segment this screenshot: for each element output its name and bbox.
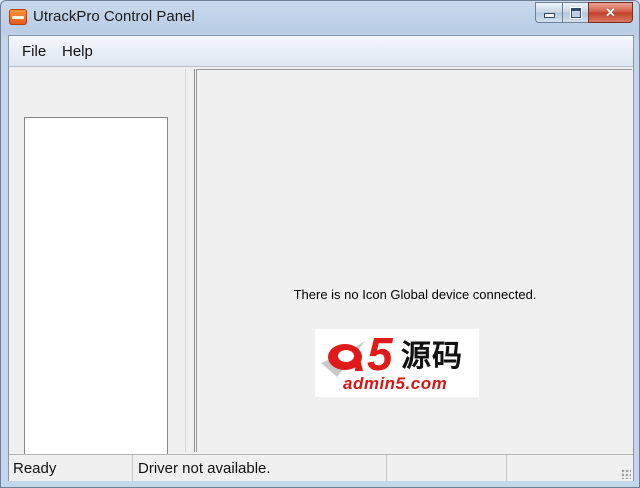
- status-driver: Driver not available.: [138, 460, 271, 477]
- panel-splitter[interactable]: [185, 69, 195, 452]
- a-swoosh-icon: [321, 341, 365, 377]
- watermark-logo: 5 源码 admin5.com: [315, 329, 479, 397]
- menu-bar: File Help: [9, 36, 633, 67]
- logo-chinese-text: 源码: [401, 340, 463, 373]
- title-bar[interactable]: UtrackPro Control Panel ✕: [1, 1, 639, 35]
- logo-number: 5: [367, 328, 393, 380]
- close-button[interactable]: ✕: [588, 2, 633, 23]
- logo-domain: admin5.com: [343, 374, 448, 393]
- app-window: UtrackPro Control Panel ✕ File Help Ther…: [0, 0, 640, 488]
- menu-help[interactable]: Help: [62, 43, 93, 60]
- client-area: File Help There is no Icon Global device…: [8, 35, 634, 481]
- main-panel: There is no Icon Global device connected…: [196, 69, 632, 452]
- no-device-message: There is no Icon Global device connected…: [293, 287, 537, 302]
- status-segment-ready: Ready: [9, 455, 133, 481]
- left-panel: [10, 69, 185, 471]
- minimize-icon: [543, 13, 555, 18]
- resize-grip[interactable]: [621, 469, 631, 479]
- status-segment-empty: [387, 455, 507, 481]
- status-segment-driver: Driver not available.: [133, 455, 387, 481]
- status-bar: Ready Driver not available.: [9, 454, 633, 481]
- maximize-icon: [570, 7, 581, 18]
- menu-file[interactable]: File: [22, 43, 46, 60]
- maximize-button[interactable]: [562, 2, 588, 23]
- close-icon: ✕: [605, 5, 616, 20]
- caption-buttons: ✕: [535, 2, 633, 23]
- minimize-button[interactable]: [535, 2, 562, 23]
- window-title: UtrackPro Control Panel: [33, 8, 195, 25]
- status-ready: Ready: [13, 460, 57, 477]
- app-icon[interactable]: [9, 9, 27, 25]
- device-list[interactable]: [24, 117, 168, 471]
